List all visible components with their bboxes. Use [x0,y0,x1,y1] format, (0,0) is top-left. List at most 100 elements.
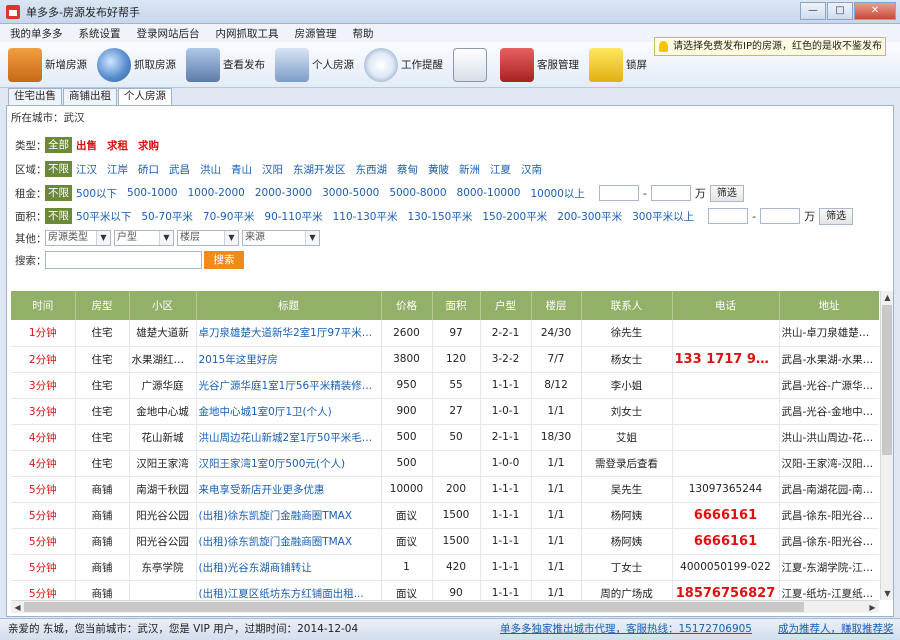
close-button[interactable]: ✕ [854,2,896,20]
area-filter-button[interactable]: 筛选 [819,207,854,225]
col-title[interactable]: 标题 [196,291,382,320]
agent-link[interactable]: 单多多独家推出城市代理，客服热线：15172706905 [500,619,752,639]
filter-region-option[interactable]: 汉阳 [262,162,283,177]
filter-area-option[interactable]: 90-110平米 [264,209,322,224]
filter-region-option[interactable]: 江岸 [107,162,128,177]
table-row[interactable]: 5分钟 商铺 阳光谷公园 (出租)徐东凯旋门金融商圈TMAX 面议 1500 1-1-1 1/… [11,528,879,555]
filter-price-option[interactable]: 10000以上 [530,186,584,201]
filter-area-option[interactable]: 300平米以上 [632,209,694,224]
filter-area-option[interactable]: 50-70平米 [141,209,193,224]
filter-price-option[interactable]: 3000-5000 [322,187,379,199]
vertical-scrollbar[interactable]: ▲ ▼ [880,291,893,600]
listing-type-select[interactable]: 房源类型 ▼ [45,230,111,246]
col-address[interactable]: 地址 [779,291,879,320]
scroll-up-icon[interactable]: ▲ [881,291,894,304]
cell-title[interactable]: 汉阳王家湾1室0厅500元(个人) [196,450,382,477]
table-row[interactable]: 5分钟 商铺 阳光谷公园 (出租)徐东凯旋门金融商圈TMAX 面议 1500 1-1-1 1/… [11,502,879,529]
table-row[interactable]: 5分钟 商铺 南湖千秋园 来电享受新店开业更多优惠 10000 200 1-1-1 1/1 吴先… [11,476,879,503]
filter-price-option[interactable]: 8000-10000 [457,187,521,199]
table-row[interactable]: 5分钟 商铺 (出租)江夏区纸坊东方红铺面出租... 面议 90 1-1-1 1/1 周的广场… [11,580,879,600]
table-row[interactable]: 1分钟 住宅 雄楚大道新 卓刀泉雄楚大道新华2室1厅97平米精装 2600 97 2-2-1… [11,320,879,347]
filter-area-option[interactable]: 130-150平米 [407,209,472,224]
menu-my-account[interactable]: 我的单多多 [10,26,63,41]
filter-region-option[interactable]: 青山 [231,162,252,177]
menu-settings[interactable]: 系统设置 [79,26,121,41]
scroll-thumb[interactable] [24,602,804,612]
scroll-thumb[interactable] [882,305,892,455]
filter-price-selected[interactable]: 不限 [45,185,72,201]
filter-type-selected[interactable]: 全部 [45,137,72,153]
table-row[interactable]: 3分钟 住宅 金地中心城 金地中心城1室0厅1卫(个人) 900 27 1-0-1 1/1 刘女… [11,398,879,425]
filter-area-option[interactable]: 50平米以下 [76,209,131,224]
filter-region-option[interactable]: 汉南 [521,162,542,177]
filter-region-option[interactable]: 江夏 [490,162,511,177]
cell-title[interactable]: (出租)江夏区纸坊东方红铺面出租... [196,580,382,600]
cell-title[interactable]: (出租)徐东凯旋门金融商圈TMAX [196,528,382,555]
filter-area-option[interactable]: 150-200平米 [482,209,547,224]
col-community[interactable]: 小区 [129,291,197,320]
source-select[interactable]: 来源 ▼ [242,230,320,246]
area-min-input[interactable] [708,208,749,224]
maximize-button[interactable]: □ [827,2,853,20]
filter-type-option[interactable]: 出售 [76,138,97,153]
filter-region-option[interactable]: 黄陂 [428,162,449,177]
col-layout[interactable]: 户型 [480,291,532,320]
filter-region-option[interactable]: 硚口 [138,162,159,177]
floor-select[interactable]: 楼层 ▼ [177,230,239,246]
filter-area-selected[interactable]: 不限 [45,208,72,224]
view-publish-button[interactable]: 查看发布 [186,47,265,82]
cell-title[interactable]: 来电享受新店开业更多优惠 [196,476,382,503]
scroll-left-icon[interactable]: ◀ [11,601,24,614]
cell-title[interactable]: 洪山周边花山新城2室1厅50平米毛坯房 [196,424,382,451]
filter-price-option[interactable]: 500以下 [76,186,117,201]
col-price[interactable]: 价格 [381,291,433,320]
referral-link[interactable]: 成为推荐人，赚取推荐奖励 [778,619,900,640]
cell-title[interactable]: 2015年这里好房 [196,346,382,373]
menu-crawl-tools[interactable]: 内网抓取工具 [216,26,279,41]
price-max-input[interactable] [650,185,691,201]
table-row[interactable]: 2分钟 住宅 水果湖红东村 2015年这里好房 3800 120 3-2-2 7/7 杨女士 13… [11,346,879,373]
filter-price-option[interactable]: 1000-2000 [188,187,245,199]
col-area[interactable]: 面积 [432,291,481,320]
price-min-input[interactable] [598,185,639,201]
lock-screen-button[interactable]: 锁屏 [589,47,647,82]
table-row[interactable]: 5分钟 商铺 东亭学院 (出租)光谷东湖商铺转让 1 420 1-1-1 1/1 丁女士 4000… [11,554,879,581]
filter-area-option[interactable]: 110-130平米 [333,209,398,224]
filter-type-option[interactable]: 求购 [138,138,159,153]
horizontal-scrollbar[interactable]: ◀ ▶ [11,600,879,613]
col-type[interactable]: 房型 [75,291,130,320]
crawl-listing-button[interactable]: 抓取房源 [97,47,176,82]
filter-type-option[interactable]: 求租 [107,138,128,153]
col-floor[interactable]: 楼层 [531,291,582,320]
col-time[interactable]: 时间 [11,291,76,320]
table-row[interactable]: 4分钟 住宅 花山新城 洪山周边花山新城2室1厅50平米毛坯房 500 50 2-1-1 18… [11,424,879,451]
price-filter-button[interactable]: 筛选 [709,184,744,202]
filter-area-option[interactable]: 70-90平米 [203,209,255,224]
filter-region-option[interactable]: 新洲 [459,162,480,177]
notepad-button[interactable] [453,47,490,82]
personal-listing-button[interactable]: 个人房源 [275,47,354,82]
filter-region-selected[interactable]: 不限 [45,161,72,177]
cell-title[interactable]: 光谷广源华庭1室1厅56平米精装修拎包... [196,372,382,399]
search-button[interactable]: 搜索 [204,251,244,269]
work-reminder-button[interactable]: 工作提醒 [364,47,443,82]
keyword-input[interactable] [45,251,202,269]
filter-region-option[interactable]: 洪山 [200,162,221,177]
filter-area-option[interactable]: 200-300平米 [557,209,622,224]
cell-title[interactable]: (出租)光谷东湖商铺转让 [196,554,382,581]
filter-price-option[interactable]: 2000-3000 [255,187,312,199]
cell-title[interactable]: 金地中心城1室0厅1卫(个人) [196,398,382,425]
filter-region-option[interactable]: 武昌 [169,162,190,177]
cell-title[interactable]: 卓刀泉雄楚大道新华2室1厅97平米精装 [196,320,382,347]
layout-select[interactable]: 户型 ▼ [114,230,174,246]
scroll-right-icon[interactable]: ▶ [866,601,879,614]
table-row[interactable]: 3分钟 住宅 广源华庭 光谷广源华庭1室1厅56平米精装修拎包... 950 55 1-1-… [11,372,879,399]
col-contact[interactable]: 联系人 [581,291,673,320]
menu-site-login[interactable]: 登录网站后台 [137,26,200,41]
tab-shop-rent[interactable]: 商铺出租 [63,88,117,105]
area-max-input[interactable] [760,208,801,224]
filter-price-option[interactable]: 5000-8000 [389,187,446,199]
filter-price-option[interactable]: 500-1000 [127,187,178,199]
minimize-button[interactable]: — [800,2,826,20]
filter-region-option[interactable]: 江汉 [76,162,97,177]
